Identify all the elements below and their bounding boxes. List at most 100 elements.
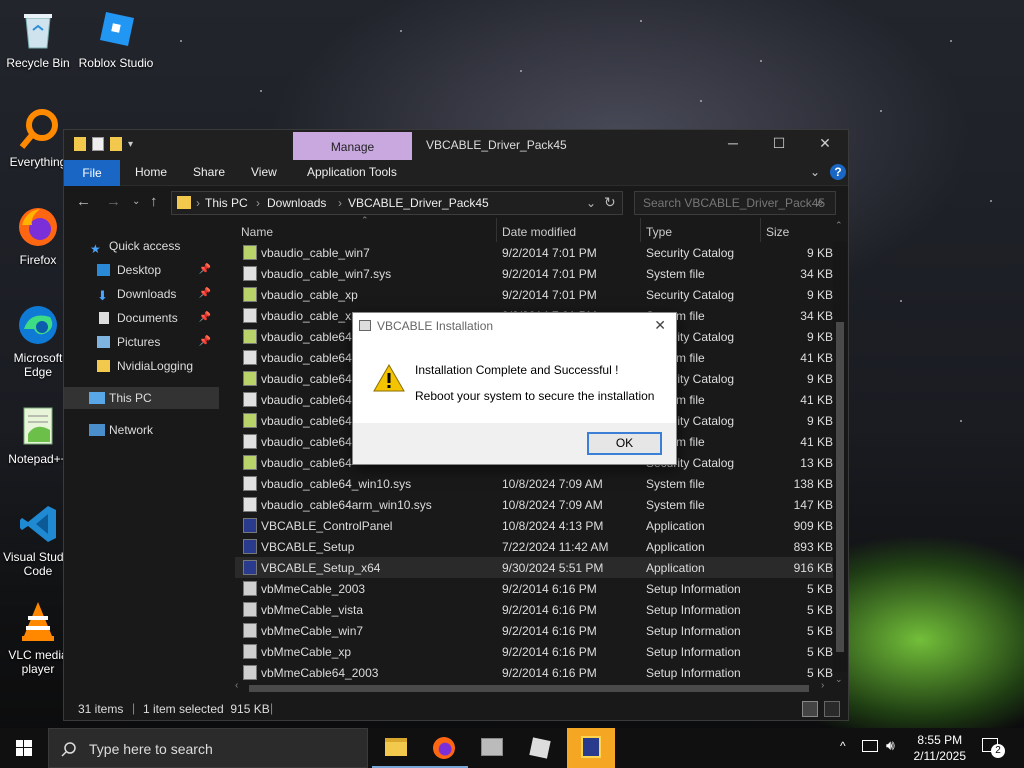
file-name: vbaudio_cable_win7.sys [261, 267, 392, 281]
tab-share[interactable]: Share [193, 165, 225, 179]
up-button[interactable]: ↑ [150, 193, 158, 210]
sidebar-item-documents[interactable]: Documents 📌 [64, 307, 219, 329]
address-dropdown-icon[interactable]: ⌄ [586, 196, 596, 210]
refresh-icon[interactable]: ↻ [604, 194, 616, 211]
sidebar-item-desktop[interactable]: Desktop 📌 [64, 259, 219, 281]
table-row[interactable]: VBCABLE_ControlPanel 10/8/2024 4:13 PM App… [235, 515, 833, 536]
taskbar-firefox[interactable] [420, 728, 468, 768]
notification-center-button[interactable]: 2 [976, 736, 1008, 760]
file-size: 41 KB [800, 351, 833, 365]
sidebar-item-label: Downloads [117, 287, 177, 301]
sidebar-item-quick-access[interactable]: ★ Quick access [64, 235, 219, 257]
taskbar-search[interactable]: Type here to search [48, 728, 368, 768]
sidebar-item-label: Documents [117, 311, 178, 325]
ok-button[interactable]: OK [587, 432, 662, 455]
scroll-up-icon[interactable]: ⌃ [835, 220, 843, 231]
column-header-date[interactable]: Date modified [502, 225, 576, 239]
breadcrumb-folder[interactable]: VBCABLE_Driver_Pack45 [348, 196, 489, 210]
taskbar-vbcable-setup[interactable] [567, 728, 615, 768]
roblox-studio-icon [94, 8, 138, 52]
breadcrumb-this-pc[interactable]: This PC [205, 196, 248, 210]
table-row[interactable]: VBCABLE_Setup 7/22/2024 11:42 AM Applicati… [235, 536, 833, 557]
manage-tab[interactable]: Manage [293, 132, 412, 160]
details-view-icon[interactable] [802, 701, 818, 717]
system-clock[interactable]: 8:55 PM 2/11/2025 [914, 732, 967, 764]
sidebar-item-pictures[interactable]: Pictures 📌 [64, 331, 219, 353]
file-size: 5 KB [806, 582, 833, 596]
column-header-size[interactable]: Size [766, 225, 789, 239]
table-row[interactable]: vbaudio_cable_xp 9/2/2014 7:01 PM Security… [235, 284, 833, 305]
sidebar-item-this-pc[interactable]: This PC [64, 387, 219, 409]
desktop-icon [97, 264, 110, 276]
table-row[interactable]: vbaudio_cable_win7 9/2/2014 7:01 PM Securi… [235, 242, 833, 263]
file-date: 9/2/2014 6:16 PM [502, 666, 597, 680]
minimize-button[interactable]: ─ [710, 135, 756, 151]
vscode-icon [16, 502, 60, 546]
scroll-left-icon[interactable]: ‹ [235, 680, 238, 691]
file-size: 9 KB [806, 246, 833, 260]
folder-icon[interactable] [74, 137, 86, 151]
expand-ribbon-icon[interactable]: ⌄ [810, 165, 820, 179]
column-headers: ⌃ Name Date modified Type Size [235, 215, 847, 242]
taskbar-file-explorer[interactable] [372, 728, 420, 768]
address-bar[interactable]: › This PC › Downloads › VBCABLE_Driver_P… [171, 191, 623, 215]
sidebar-item-downloads[interactable]: ⬇ Downloads 📌 [64, 283, 219, 305]
scroll-thumb[interactable] [836, 322, 844, 652]
taskbar-app-3[interactable] [468, 728, 516, 768]
table-row[interactable]: vbMmeCable64_2003 9/2/2014 6:16 PM Setup I… [235, 662, 833, 683]
clock-time: 8:55 PM [917, 733, 963, 747]
table-row[interactable]: vbaudio_cable_win7.sys 9/2/2014 7:01 PM Sy… [235, 263, 833, 284]
volume-icon[interactable]: 🔊︎ [886, 737, 895, 754]
recent-locations-icon[interactable]: ⌄ [132, 196, 140, 207]
column-header-name[interactable]: Name [241, 225, 273, 239]
taskbar-roblox[interactable] [516, 728, 564, 768]
start-button[interactable] [0, 728, 48, 768]
dialog-close-button[interactable]: ✕ [654, 317, 666, 334]
pin-icon: 📌 [198, 312, 211, 323]
search-input[interactable]: Search VBCABLE_Driver_Pack45 [634, 191, 836, 215]
sidebar-item-network[interactable]: Network [64, 419, 219, 441]
file-name: vbMmeCable_2003 [261, 582, 366, 596]
notification-count-badge: 2 [991, 744, 1005, 758]
maximize-button[interactable]: ☐ [756, 135, 802, 152]
security-catalog-icon [243, 245, 257, 260]
quick-access-toolbar: ▾ [74, 137, 133, 151]
table-row[interactable]: vbMmeCable_2003 9/2/2014 6:16 PM Setup Inf… [235, 578, 833, 599]
help-icon[interactable]: ? [830, 164, 846, 180]
close-button[interactable]: ✕ [802, 135, 848, 152]
installation-dialog: VBCABLE Installation ✕ Installation Comp… [352, 312, 677, 465]
desktop-icon-roblox-studio[interactable]: Roblox Studio [78, 8, 154, 70]
large-icons-view-icon[interactable] [824, 701, 840, 717]
forward-button[interactable]: → [106, 193, 121, 210]
scroll-right-icon[interactable]: › [821, 680, 824, 691]
vertical-scrollbar[interactable]: ⌃ ⌄ [833, 220, 847, 684]
properties-icon[interactable] [92, 137, 104, 151]
file-size: 9 KB [806, 372, 833, 386]
horizontal-scrollbar[interactable]: ‹ › [235, 680, 835, 695]
back-button[interactable]: ← [76, 193, 91, 210]
new-folder-icon[interactable] [110, 137, 122, 151]
file-name: VBCABLE_ControlPanel [261, 519, 393, 533]
table-row[interactable]: VBCABLE_Setup_x64 9/30/2024 5:51 PM Applic… [235, 557, 833, 578]
table-row[interactable]: vbMmeCable_vista 9/2/2014 6:16 PM Setup In… [235, 599, 833, 620]
file-date: 9/2/2014 6:16 PM [502, 645, 597, 659]
tab-view[interactable]: View [251, 165, 277, 179]
network-status-icon[interactable] [862, 740, 878, 752]
customize-toolbar-icon[interactable]: ▾ [128, 139, 133, 150]
table-row[interactable]: vbMmeCable_xp 9/2/2014 6:16 PM Setup Infor… [235, 641, 833, 662]
tab-home[interactable]: Home [135, 165, 167, 179]
tab-file[interactable]: File [64, 160, 120, 186]
file-type: Security Catalog [646, 246, 735, 260]
table-row[interactable]: vbMmeCable_win7 9/2/2014 6:16 PM Setup Inf… [235, 620, 833, 641]
table-row[interactable]: vbaudio_cable64arm_win10.sys 10/8/2024 7:… [235, 494, 833, 515]
tab-application-tools[interactable]: Application Tools [307, 165, 397, 179]
desktop-icon-recycle-bin[interactable]: Recycle Bin [0, 8, 76, 70]
scroll-thumb[interactable] [249, 685, 809, 692]
system-file-icon [243, 434, 257, 449]
scroll-down-icon[interactable]: ⌄ [835, 674, 843, 685]
show-hidden-icons-icon[interactable]: ^ [840, 739, 846, 753]
breadcrumb-downloads[interactable]: Downloads [267, 196, 326, 210]
column-header-type[interactable]: Type [646, 225, 672, 239]
table-row[interactable]: vbaudio_cable64_win10.sys 10/8/2024 7:09 … [235, 473, 833, 494]
sidebar-item-nvidialogging[interactable]: NvidiaLogging [64, 355, 219, 377]
